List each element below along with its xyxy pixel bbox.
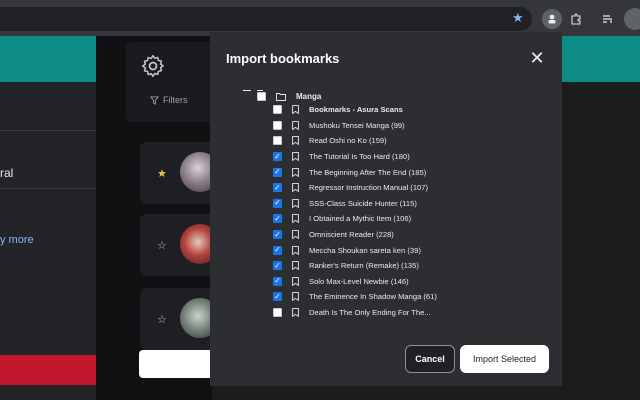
bookmark-list: Bookmarks - Asura Scans Mushoku Tensei Ma… — [273, 102, 548, 322]
bookmark-checkbox[interactable] — [273, 308, 282, 318]
bookmark-label: SSS-Class Suicide Hunter (115) — [309, 198, 417, 208]
bookmark-checkbox[interactable]: ✓ — [273, 198, 282, 208]
bookmark-checkbox[interactable]: ✓ — [273, 230, 282, 240]
bookmark-row[interactable]: Death Is The Only Ending For The... — [273, 305, 548, 321]
bookmark-icon — [292, 230, 299, 240]
page-more-link[interactable]: y more — [0, 234, 34, 246]
bookmark-checkbox[interactable] — [273, 136, 282, 146]
bookmark-row[interactable]: ✓ Solo Max-Level Newbie (146) — [273, 274, 548, 290]
star-outline-icon[interactable]: ☆ — [157, 239, 167, 252]
dialog-title: Import bookmarks — [226, 51, 340, 66]
bookmark-label: The Tutorial Is Too Hard (180) — [309, 152, 410, 162]
bookmark-checkbox[interactable]: ✓ — [273, 152, 282, 162]
bookmark-checkbox[interactable]: ✓ — [273, 214, 282, 224]
bookmark-row[interactable]: ✓ Meccha Shoukan sareta ken (39) — [273, 242, 548, 258]
bookmark-label: Read Oshi no Ko (159) — [309, 136, 387, 146]
bookmark-icon — [292, 152, 299, 162]
bookmark-checkbox[interactable]: ✓ — [273, 167, 282, 177]
bookmark-checkbox[interactable]: ✓ — [273, 183, 282, 193]
tree-connector — [257, 90, 263, 91]
extension-icon[interactable] — [542, 9, 562, 29]
bookmark-label: Mushoku Tensei Manga (99) — [309, 120, 405, 130]
bookmark-label: Regressor Instruction Manual (107) — [309, 183, 429, 193]
bookmark-row[interactable]: ✓ The Beginning After The End (185) — [273, 164, 548, 180]
address-bar[interactable] — [0, 7, 532, 31]
bookmark-label: Bookmarks - Asura Scans — [309, 105, 403, 115]
bookmark-row[interactable]: Mushoku Tensei Manga (99) — [273, 118, 548, 134]
profile-avatar[interactable] — [624, 8, 640, 30]
filters-label: Filters — [163, 95, 188, 105]
bookmark-label: I Obtained a Mythic Item (106) — [309, 214, 412, 224]
puzzle-icon[interactable] — [566, 9, 586, 29]
tree-connector — [243, 90, 251, 91]
bookmark-icon — [292, 261, 299, 271]
bookmark-row[interactable]: Bookmarks - Asura Scans — [273, 102, 548, 118]
import-bookmarks-dialog: Import bookmarks ✕ Manga Bookmarks - Asu… — [210, 32, 562, 386]
bookmark-row[interactable]: ✓ I Obtained a Mythic Item (106) — [273, 211, 548, 227]
bookmark-row[interactable]: ✓ SSS-Class Suicide Hunter (115) — [273, 196, 548, 212]
bookmark-row[interactable]: ✓ Regressor Instruction Manual (107) — [273, 180, 548, 196]
bookmark-label: Meccha Shoukan sareta ken (39) — [309, 245, 421, 255]
bookmark-checkbox[interactable]: ✓ — [273, 276, 282, 286]
bookmark-icon — [292, 167, 299, 177]
filter-icon — [150, 95, 159, 105]
bookmark-icon — [292, 183, 299, 193]
bookmark-checkbox[interactable]: ✓ — [273, 261, 282, 271]
bookmark-label: The Eminence In Shadow Manga (61) — [309, 292, 437, 302]
favorite-star-icon[interactable]: ★ — [157, 167, 167, 180]
bookmark-checkbox[interactable] — [273, 120, 282, 130]
close-icon[interactable]: ✕ — [527, 48, 547, 68]
divider — [0, 130, 96, 131]
bookmark-checkbox[interactable]: ✓ — [273, 292, 282, 302]
bookmark-label: Solo Max-Level Newbie (146) — [309, 276, 409, 286]
folder-icon — [276, 93, 286, 101]
bookmark-star-icon[interactable]: ★ — [512, 11, 524, 25]
bookmark-row[interactable]: Read Oshi no Ko (159) — [273, 133, 548, 149]
bookmark-row[interactable]: ✓ Omniscient Reader (228) — [273, 227, 548, 243]
browser-toolbar: ★ — [0, 0, 640, 36]
bookmark-label: Ranker's Return (Remake) (135) — [309, 261, 419, 271]
bookmark-icon — [292, 308, 299, 318]
popup-action-button[interactable] — [139, 350, 213, 378]
import-selected-button[interactable]: Import Selected — [460, 345, 549, 373]
root-folder-checkbox[interactable] — [257, 92, 266, 101]
bookmark-icon — [292, 245, 299, 255]
filters-button[interactable]: Filters — [150, 95, 188, 105]
bookmark-row[interactable]: ✓ The Tutorial Is Too Hard (180) — [273, 149, 548, 165]
divider — [0, 188, 96, 189]
bookmark-icon — [292, 136, 299, 146]
root-folder-row: Manga — [257, 92, 321, 101]
root-folder-label: Manga — [296, 92, 322, 101]
bookmark-icon — [292, 199, 299, 208]
bookmark-checkbox[interactable] — [273, 105, 282, 115]
bookmark-icon — [292, 121, 299, 130]
bookmark-row[interactable]: ✓ The Eminence In Shadow Manga (61) — [273, 289, 548, 305]
bookmark-icon — [292, 214, 299, 224]
page-left-text: ral — [0, 166, 14, 180]
gear-icon[interactable] — [140, 53, 166, 79]
bookmark-row[interactable]: ✓ Ranker's Return (Remake) (135) — [273, 258, 548, 274]
bookmark-label: The Beginning After The End (185) — [309, 167, 427, 177]
cancel-button[interactable]: Cancel — [405, 345, 455, 373]
star-outline-icon[interactable]: ☆ — [157, 313, 167, 326]
bookmark-label: Death Is The Only Ending For The... — [309, 308, 431, 318]
bookmark-label: Omniscient Reader (228) — [309, 230, 394, 240]
bookmark-icon — [292, 105, 299, 115]
screen: ★ ral y more Filters ★ ☆ ☆ Import bookma… — [0, 0, 640, 400]
bookmark-icon — [292, 276, 299, 286]
media-queue-icon[interactable] — [598, 9, 618, 29]
bookmark-icon — [292, 292, 299, 302]
bookmark-checkbox[interactable]: ✓ — [273, 245, 282, 255]
